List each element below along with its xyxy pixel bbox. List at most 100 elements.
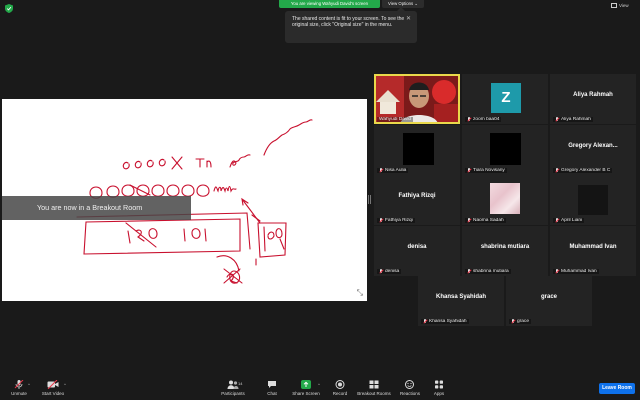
video-off-icon: [47, 380, 59, 389]
participant-name: Naoma Sadah: [473, 218, 504, 223]
participant-name: grace: [517, 319, 529, 324]
participant-photo: [490, 183, 520, 214]
participant-center-name: shabrina mutiara: [480, 244, 530, 250]
participant-label: April Liani: [553, 218, 585, 223]
tooltip-arrow: [397, 7, 405, 11]
participant-label: Muhammad Ivan: [553, 269, 599, 274]
apps-label: Apps: [433, 391, 445, 396]
muted-microphone-icon: [14, 380, 24, 389]
participant-center-name: Gregory Alexan...: [568, 143, 618, 149]
chevron-up-icon[interactable]: ^: [28, 382, 30, 387]
leave-room-button[interactable]: Leave Room: [599, 383, 635, 394]
tooltip-text: The shared content is fit to your screen…: [292, 16, 405, 29]
chat-icon: [268, 381, 276, 388]
video-tile[interactable]: Fathiya Rizqi Fathiya Rizqi: [374, 175, 460, 225]
share-banner: You are viewing Wahyudi David's screen: [279, 0, 380, 8]
muted-mic-icon: [467, 269, 471, 274]
shared-screen[interactable]: You are now in a Breakout Room ⤡: [2, 99, 367, 301]
video-tile-active-speaker[interactable]: Wahyudi David: [374, 74, 460, 124]
close-icon[interactable]: ✕: [406, 15, 411, 22]
video-tile[interactable]: denisa denisa: [374, 226, 460, 276]
participant-name: Khansa Syahidah: [429, 319, 467, 324]
record-icon: [335, 380, 345, 389]
participant-label: Wahyudi David: [377, 117, 414, 122]
video-tile[interactable]: Muhammad Ivan Muhammad Ivan: [550, 226, 636, 276]
participant-center-name: Fathiya Rizqi: [398, 193, 436, 199]
chat-label: Chat: [267, 391, 277, 396]
reactions-label: Reactions: [399, 391, 420, 396]
start-video-button[interactable]: Start Video: [40, 380, 66, 396]
chevron-up-icon[interactable]: ^: [64, 382, 66, 387]
muted-mic-icon: [423, 319, 427, 324]
participant-count: 14: [238, 381, 243, 386]
muted-mic-icon: [467, 218, 471, 223]
video-tile[interactable]: Nisa Aulia: [374, 125, 460, 175]
share-screen-label: Share Screen: [292, 391, 320, 396]
participant-name: April Liani: [561, 218, 583, 223]
video-tile[interactable]: Naoma Sadah: [462, 175, 548, 225]
start-video-label: Start Video: [41, 391, 65, 396]
video-tile[interactable]: Gregory Alexan... Gregory Alexander B C: [550, 125, 636, 175]
muted-mic-icon: [379, 168, 383, 173]
unmute-button[interactable]: Unmute: [8, 380, 30, 396]
apps-button[interactable]: Apps: [430, 380, 448, 396]
chevron-up-icon[interactable]: ^: [318, 382, 320, 387]
muted-mic-icon: [555, 117, 559, 122]
view-button[interactable]: View: [611, 3, 629, 8]
video-feed-off: [490, 133, 521, 165]
view-options-label: View Options: [387, 1, 414, 6]
participant-name: Gregory Alexander B C: [561, 168, 611, 173]
participant-name: zoom baa04: [473, 117, 500, 122]
muted-mic-icon: [555, 168, 559, 173]
muted-mic-icon: [511, 319, 515, 324]
splitter-handle[interactable]: [368, 195, 371, 204]
participant-label: shabrina mutiara: [465, 269, 511, 274]
share-screen-icon: [301, 380, 311, 389]
participant-center-name: Muhammad Ivan: [569, 244, 617, 250]
apps-icon: [435, 380, 443, 389]
video-tile[interactable]: grace grace: [506, 276, 592, 326]
video-feed-dark: [578, 185, 608, 215]
participants-label: Participants: [221, 391, 245, 396]
breakout-rooms-button[interactable]: Breakout Rooms: [356, 380, 392, 396]
video-tile[interactable]: Khansa Syahidah Khansa Syahidah: [418, 276, 504, 326]
participant-name: Fathiya Rizqi: [385, 218, 413, 223]
reactions-button[interactable]: Reactions: [398, 380, 422, 396]
participant-label: zoom baa04: [465, 117, 502, 122]
participant-name: Nisa Aulia: [385, 168, 407, 173]
video-tile[interactable]: Aliya Rahmah Aliya Rahmah: [550, 74, 636, 124]
participant-name: shabrina mutiara: [473, 269, 509, 274]
participant-label: Naoma Sadah: [465, 218, 506, 223]
participant-center-name: Aliya Rahmah: [573, 92, 613, 98]
grid-view-icon: [611, 3, 617, 8]
video-tile[interactable]: April Liani: [550, 175, 636, 225]
participant-label: Tiara Novisany: [465, 168, 507, 173]
participant-name: Muhammad Ivan: [561, 269, 597, 274]
video-tile[interactable]: shabrina mutiara shabrina mutiara: [462, 226, 548, 276]
participant-name: Wahyudi David: [379, 117, 412, 122]
participant-label: grace: [509, 319, 531, 324]
chat-button[interactable]: Chat: [262, 380, 282, 396]
video-feed-off: [403, 133, 434, 165]
participant-center-name: denisa: [407, 244, 427, 250]
participant-name: Tiara Novisany: [473, 168, 505, 173]
breakout-room-notice: You are now in a Breakout Room: [2, 196, 191, 220]
participant-label: Gregory Alexander B C: [553, 168, 613, 173]
shield-icon[interactable]: [5, 4, 13, 13]
breakout-rooms-icon: [369, 380, 379, 389]
participant-label: Khansa Syahidah: [421, 319, 469, 324]
meeting-toolbar: Unmute ^ Start Video ^ Participants 14 C…: [0, 376, 640, 400]
video-tile[interactable]: Z zoom baa04: [462, 74, 548, 124]
reactions-icon: [405, 380, 414, 389]
fit-screen-tooltip: The shared content is fit to your screen…: [285, 7, 417, 43]
video-tile[interactable]: Tiara Novisany: [462, 125, 548, 175]
participant-name: denisa: [385, 269, 400, 274]
muted-mic-icon: [467, 117, 471, 122]
participant-label: denisa: [377, 269, 402, 274]
record-button[interactable]: Record: [330, 380, 350, 396]
view-label: View: [619, 3, 629, 8]
unmute-label: Unmute: [11, 391, 27, 396]
participant-center-name: grace: [540, 294, 557, 300]
participant-label: Aliya Rahmah: [553, 117, 593, 122]
fit-to-screen-icon[interactable]: ⤡: [357, 288, 363, 298]
